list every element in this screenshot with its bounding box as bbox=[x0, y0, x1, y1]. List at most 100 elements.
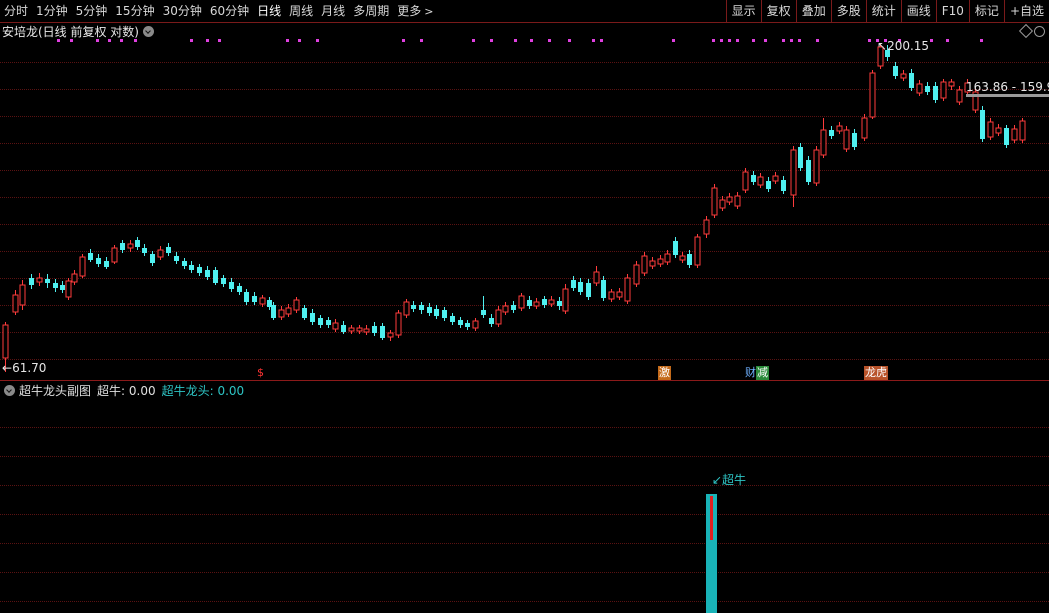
candle-body bbox=[111, 247, 118, 263]
signal-dot bbox=[672, 39, 675, 42]
candle-body bbox=[527, 300, 532, 306]
marker-longhu[interactable]: 龙虎 bbox=[864, 366, 888, 380]
candle-body bbox=[419, 305, 424, 310]
candle-body bbox=[806, 160, 811, 182]
signal-dot bbox=[108, 39, 111, 42]
candle-body bbox=[703, 219, 710, 235]
chaoniu-annotation: ↙超牛 bbox=[712, 473, 747, 487]
candle-body bbox=[318, 318, 323, 325]
candle-body bbox=[427, 307, 432, 313]
candle-body bbox=[511, 305, 516, 310]
candle-body bbox=[157, 249, 164, 258]
candle-body bbox=[380, 326, 385, 338]
signal-dot bbox=[286, 39, 289, 42]
price-range-bar bbox=[966, 94, 1049, 97]
gridline bbox=[0, 572, 1049, 573]
candle-body bbox=[104, 261, 109, 267]
candle-body bbox=[363, 328, 370, 333]
candle-body bbox=[995, 127, 1002, 134]
candle-body bbox=[940, 81, 947, 99]
candle-body bbox=[45, 279, 50, 283]
candle-body bbox=[53, 283, 58, 288]
signal-dot bbox=[782, 39, 785, 42]
signal-dot bbox=[57, 39, 60, 42]
signal-dot bbox=[790, 39, 793, 42]
candle-body bbox=[772, 175, 779, 182]
gridline bbox=[0, 427, 1049, 428]
candle-body bbox=[956, 89, 963, 103]
candle-body bbox=[182, 261, 187, 266]
signal-dot bbox=[70, 39, 73, 42]
signal-dot bbox=[752, 39, 755, 42]
candle-body bbox=[36, 277, 43, 283]
candle-body bbox=[980, 110, 985, 139]
candle-body bbox=[664, 253, 671, 263]
candle-body bbox=[719, 199, 726, 209]
candle-body bbox=[1011, 128, 1018, 141]
signal-dot bbox=[530, 39, 533, 42]
candle-body bbox=[356, 327, 363, 332]
candle-body bbox=[150, 254, 155, 263]
candle-body bbox=[798, 147, 803, 168]
candle-body bbox=[593, 271, 600, 284]
candle-body bbox=[326, 320, 331, 325]
gridline bbox=[0, 485, 1049, 486]
candle-body bbox=[608, 291, 615, 300]
candle-body bbox=[548, 299, 555, 305]
signal-dot bbox=[798, 39, 801, 42]
signal-dot bbox=[316, 39, 319, 42]
candle-body bbox=[472, 320, 479, 329]
gridline bbox=[0, 543, 1049, 544]
candle-body bbox=[71, 273, 78, 283]
chevron-down-icon[interactable] bbox=[4, 384, 15, 396]
signal-dot bbox=[600, 39, 603, 42]
candle-body bbox=[65, 280, 72, 298]
candle-body bbox=[197, 267, 202, 273]
candlestick-chart[interactable] bbox=[0, 0, 1049, 380]
signal-dot bbox=[402, 39, 405, 42]
candle-body bbox=[616, 291, 623, 298]
signal-dot bbox=[218, 39, 221, 42]
candle-body bbox=[557, 301, 562, 306]
candle-body bbox=[694, 236, 701, 266]
candle-body bbox=[302, 308, 307, 318]
candle-body bbox=[909, 73, 914, 88]
candle-body bbox=[843, 129, 850, 150]
candle-body bbox=[213, 270, 218, 283]
candle-body bbox=[586, 283, 591, 297]
signal-dot bbox=[96, 39, 99, 42]
candle-body bbox=[766, 181, 771, 189]
candle-body bbox=[571, 280, 576, 288]
signal-dot bbox=[930, 39, 933, 42]
signal-dot bbox=[514, 39, 517, 42]
gridline bbox=[0, 456, 1049, 457]
candle-body bbox=[757, 176, 764, 186]
candle-body bbox=[852, 133, 857, 147]
candle-body bbox=[813, 149, 820, 184]
candle-body bbox=[221, 278, 226, 284]
candle-body bbox=[411, 305, 416, 309]
marker-s[interactable]: $ bbox=[256, 366, 265, 380]
candle-body bbox=[450, 316, 455, 322]
marker-jian[interactable]: 减 bbox=[756, 366, 769, 380]
candle-body bbox=[348, 327, 355, 332]
signal-dot bbox=[868, 39, 871, 42]
panel-divider[interactable] bbox=[0, 380, 1049, 381]
candle-body bbox=[293, 299, 300, 311]
candle-body bbox=[166, 247, 171, 253]
candle-body bbox=[495, 309, 502, 325]
signal-dot bbox=[120, 39, 123, 42]
signal-dot bbox=[980, 39, 983, 42]
marker-ji[interactable]: 激 bbox=[658, 366, 671, 380]
low-price-value: 61.70 bbox=[12, 361, 47, 375]
candle-body bbox=[987, 121, 994, 138]
candle-body bbox=[489, 318, 494, 324]
candle-body bbox=[641, 255, 648, 274]
candle-body bbox=[341, 325, 346, 332]
candle-body bbox=[403, 301, 410, 316]
candle-body bbox=[244, 292, 249, 302]
signal-dot bbox=[946, 39, 949, 42]
candle-body bbox=[88, 253, 93, 260]
candle-body bbox=[893, 66, 898, 76]
signal-dot bbox=[568, 39, 571, 42]
